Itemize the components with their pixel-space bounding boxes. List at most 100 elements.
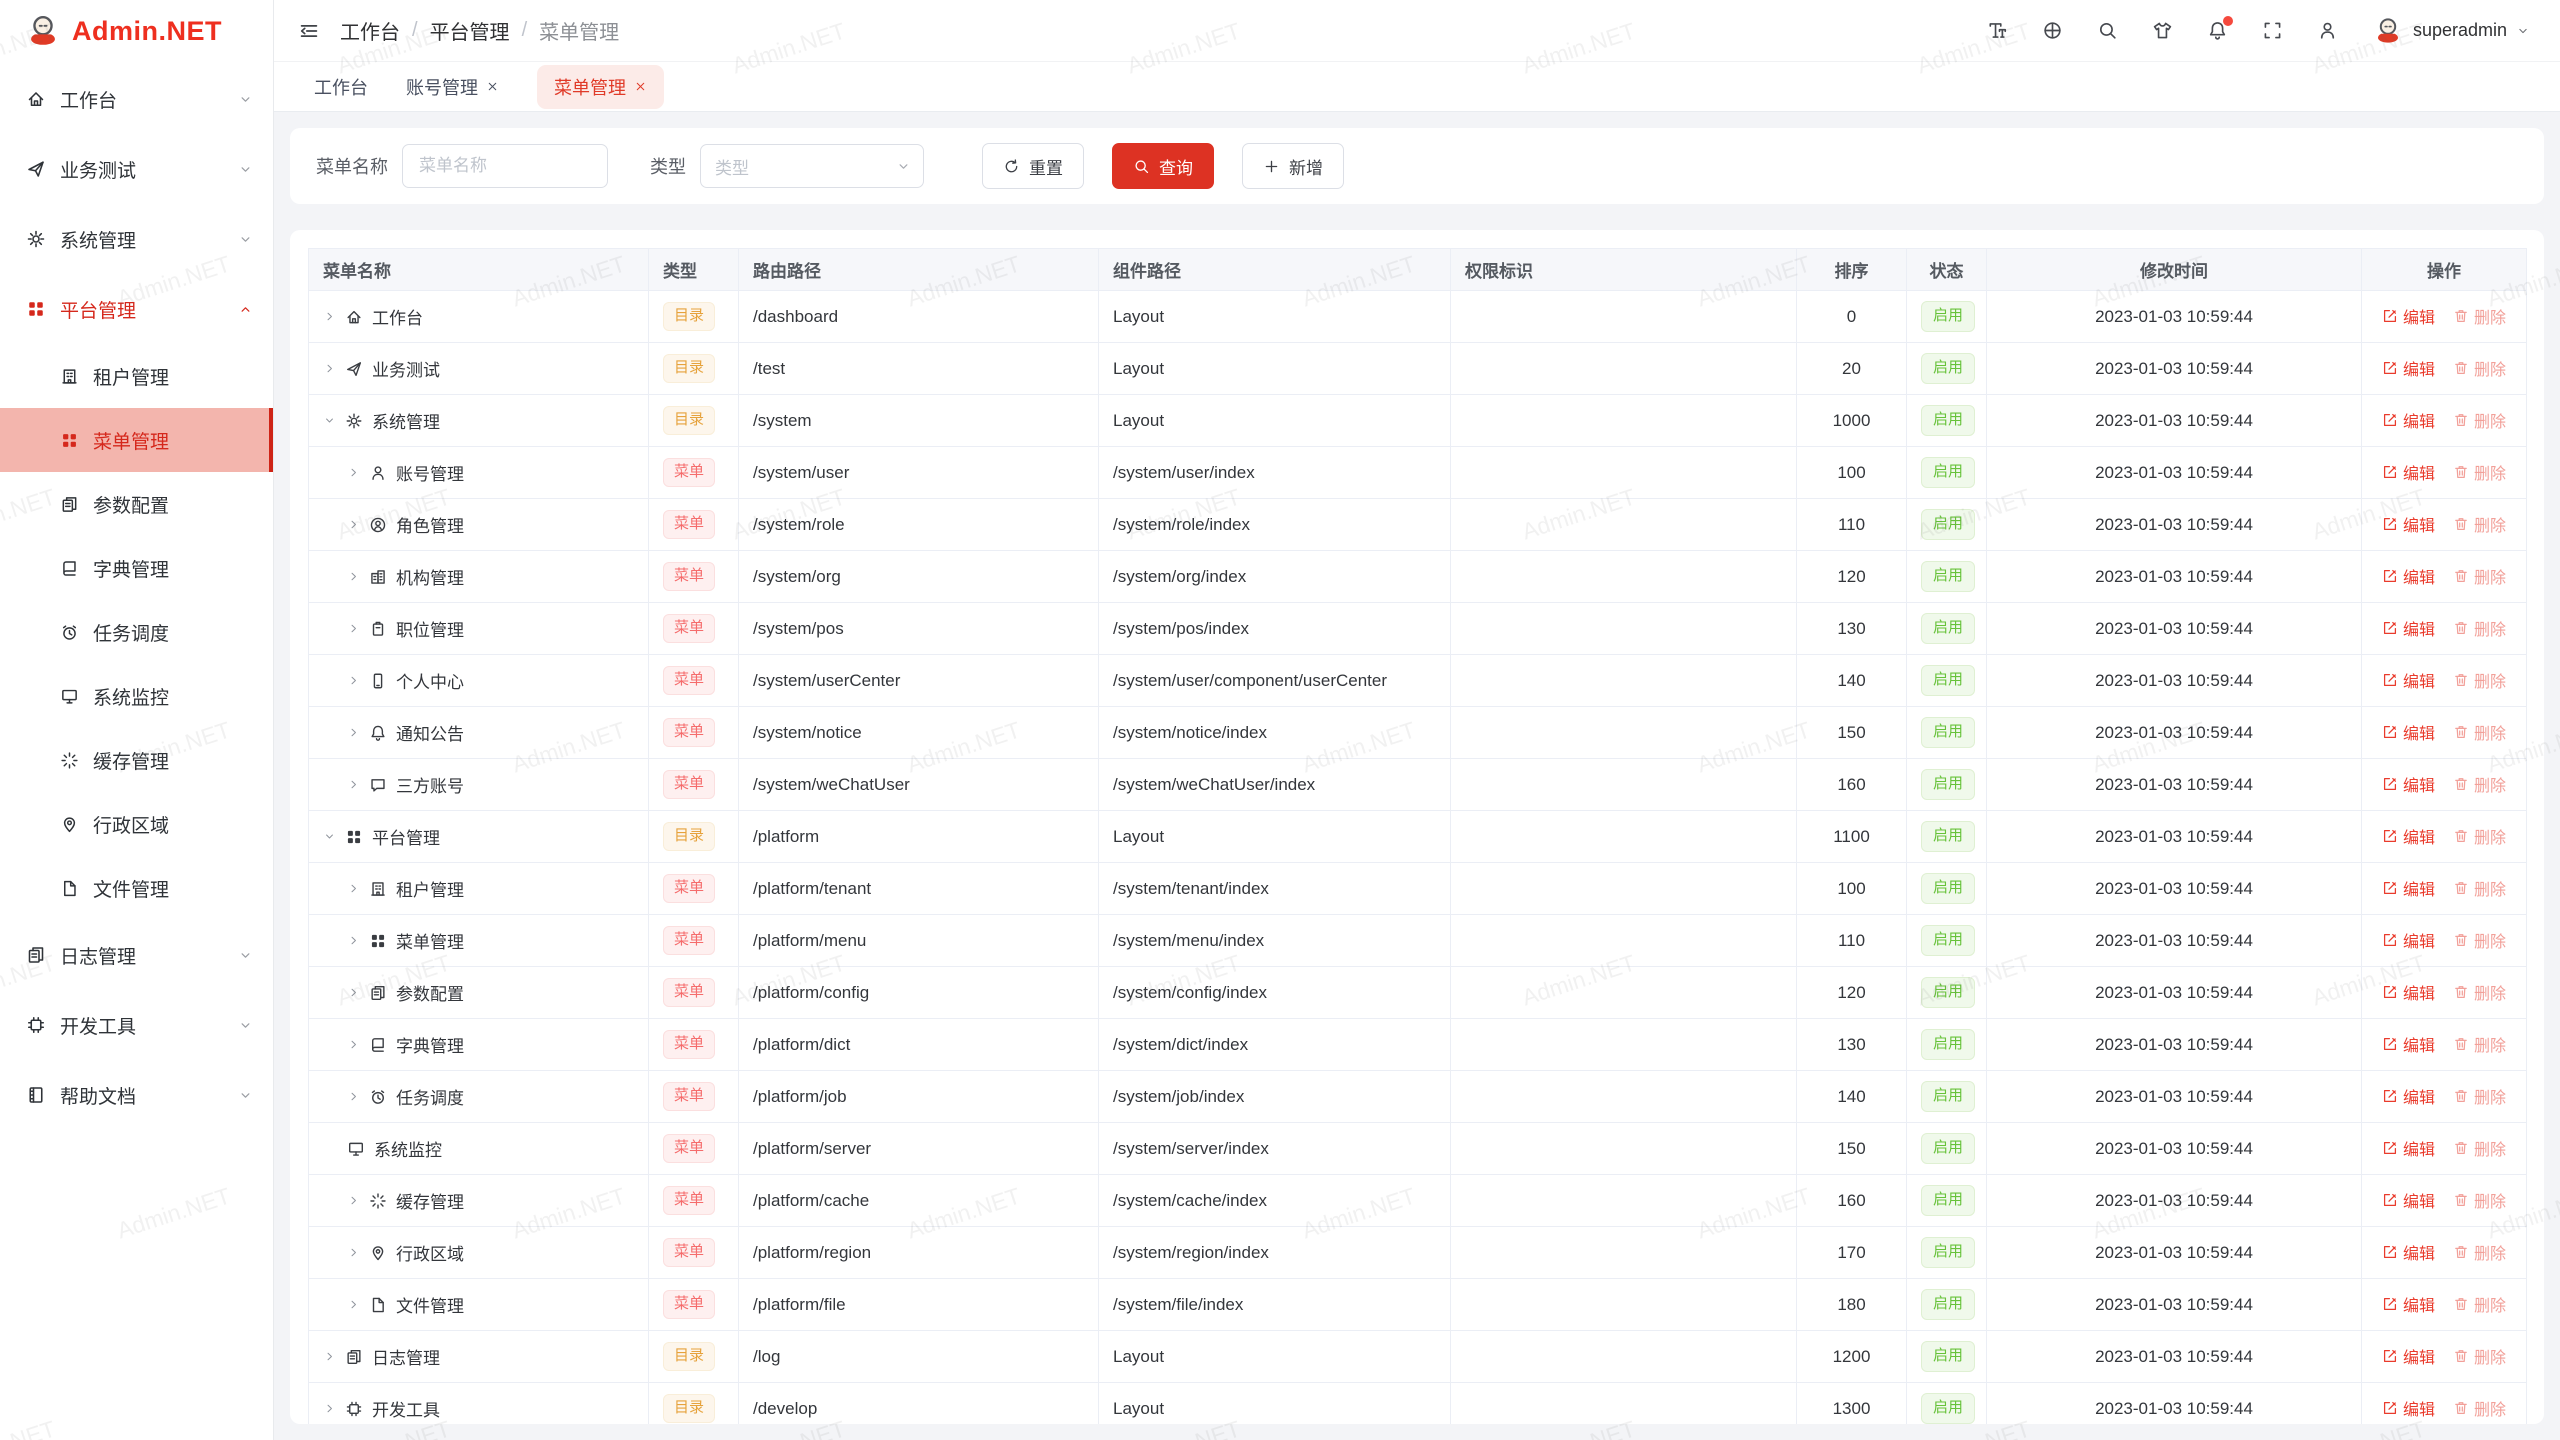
font-size-icon[interactable]	[1987, 20, 2008, 41]
delete-button[interactable]: 删除	[2453, 668, 2506, 692]
expander-icon[interactable]	[347, 466, 360, 479]
expander-icon[interactable]	[347, 934, 360, 947]
sidebar-item-system-monitor[interactable]: 系统监控	[0, 664, 273, 728]
close-tab-icon[interactable]	[486, 80, 499, 93]
sidebar-item-dict-mgmt[interactable]: 字典管理	[0, 536, 273, 600]
language-icon[interactable]	[2042, 20, 2063, 41]
delete-button[interactable]: 删除	[2453, 356, 2506, 380]
expander-icon[interactable]	[323, 414, 336, 427]
edit-button[interactable]: 编辑	[2382, 876, 2435, 900]
delete-button[interactable]: 删除	[2453, 1344, 2506, 1368]
delete-button[interactable]: 删除	[2453, 1084, 2506, 1108]
delete-button[interactable]: 删除	[2453, 616, 2506, 640]
expander-icon[interactable]	[323, 1350, 336, 1363]
expander-icon[interactable]	[323, 1402, 336, 1415]
user-menu[interactable]: superadmin	[2372, 15, 2530, 47]
tab-菜单管理[interactable]: 菜单管理	[537, 65, 664, 109]
breadcrumb-item[interactable]: 工作台	[340, 16, 400, 45]
expander-icon[interactable]	[347, 674, 360, 687]
edit-button[interactable]: 编辑	[2382, 1292, 2435, 1316]
notification-bell-icon[interactable]	[2207, 20, 2228, 41]
edit-button[interactable]: 编辑	[2382, 356, 2435, 380]
type-select[interactable]: 类型	[700, 144, 924, 188]
fullscreen-icon[interactable]	[2262, 20, 2283, 41]
sidebar-item-platform-mgmt[interactable]: 平台管理	[0, 274, 273, 344]
edit-button[interactable]: 编辑	[2382, 1396, 2435, 1420]
expander-icon[interactable]	[347, 1246, 360, 1259]
expander-icon[interactable]	[347, 622, 360, 635]
search-icon[interactable]	[2097, 20, 2118, 41]
edit-button[interactable]: 编辑	[2382, 1032, 2435, 1056]
expander-icon[interactable]	[347, 1194, 360, 1207]
delete-button[interactable]: 删除	[2453, 824, 2506, 848]
delete-button[interactable]: 删除	[2453, 1032, 2506, 1056]
theme-icon[interactable]	[2152, 20, 2173, 41]
edit-button[interactable]: 编辑	[2382, 1188, 2435, 1212]
delete-button[interactable]: 删除	[2453, 928, 2506, 952]
delete-button[interactable]: 删除	[2453, 564, 2506, 588]
edit-button[interactable]: 编辑	[2382, 1240, 2435, 1264]
sidebar-item-menu-mgmt[interactable]: 菜单管理	[0, 408, 273, 472]
edit-button[interactable]: 编辑	[2382, 720, 2435, 744]
sidebar-item-workbench[interactable]: 工作台	[0, 64, 273, 134]
profile-icon[interactable]	[2317, 20, 2338, 41]
edit-button[interactable]: 编辑	[2382, 460, 2435, 484]
edit-button[interactable]: 编辑	[2382, 616, 2435, 640]
sidebar-item-system-mgmt[interactable]: 系统管理	[0, 204, 273, 274]
expander-icon[interactable]	[347, 1038, 360, 1051]
edit-button[interactable]: 编辑	[2382, 824, 2435, 848]
reset-button[interactable]: 重置	[982, 143, 1084, 189]
expander-icon[interactable]	[347, 518, 360, 531]
sidebar-item-business-test[interactable]: 业务测试	[0, 134, 273, 204]
delete-button[interactable]: 删除	[2453, 980, 2506, 1004]
delete-button[interactable]: 删除	[2453, 876, 2506, 900]
delete-button[interactable]: 删除	[2453, 1240, 2506, 1264]
edit-button[interactable]: 编辑	[2382, 668, 2435, 692]
sidebar-item-admin-region[interactable]: 行政区域	[0, 792, 273, 856]
close-tab-icon[interactable]	[634, 80, 647, 93]
sidebar-item-file-mgmt[interactable]: 文件管理	[0, 856, 273, 920]
edit-button[interactable]: 编辑	[2382, 408, 2435, 432]
sidebar-item-job-scheduler[interactable]: 任务调度	[0, 600, 273, 664]
edit-button[interactable]: 编辑	[2382, 564, 2435, 588]
delete-button[interactable]: 删除	[2453, 720, 2506, 744]
edit-button[interactable]: 编辑	[2382, 304, 2435, 328]
add-button[interactable]: 新增	[1242, 143, 1344, 189]
edit-button[interactable]: 编辑	[2382, 1136, 2435, 1160]
expander-icon[interactable]	[347, 986, 360, 999]
expander-icon[interactable]	[323, 830, 336, 843]
sidebar-item-param-config[interactable]: 参数配置	[0, 472, 273, 536]
sidebar-item-tenant-mgmt[interactable]: 租户管理	[0, 344, 273, 408]
edit-button[interactable]: 编辑	[2382, 1344, 2435, 1368]
expander-icon[interactable]	[347, 1090, 360, 1103]
breadcrumb-item[interactable]: 平台管理	[430, 16, 510, 45]
delete-button[interactable]: 删除	[2453, 512, 2506, 536]
edit-button[interactable]: 编辑	[2382, 980, 2435, 1004]
delete-button[interactable]: 删除	[2453, 1292, 2506, 1316]
delete-button[interactable]: 删除	[2453, 304, 2506, 328]
collapse-sidebar-button[interactable]	[298, 20, 320, 42]
delete-button[interactable]: 删除	[2453, 772, 2506, 796]
edit-button[interactable]: 编辑	[2382, 1084, 2435, 1108]
sidebar-item-dev-tools[interactable]: 开发工具	[0, 990, 273, 1060]
sidebar-item-help-docs[interactable]: 帮助文档	[0, 1060, 273, 1130]
sidebar-item-cache-mgmt[interactable]: 缓存管理	[0, 728, 273, 792]
delete-button[interactable]: 删除	[2453, 1396, 2506, 1420]
menu-name-input[interactable]	[402, 144, 608, 188]
delete-button[interactable]: 删除	[2453, 408, 2506, 432]
edit-button[interactable]: 编辑	[2382, 512, 2435, 536]
delete-button[interactable]: 删除	[2453, 1136, 2506, 1160]
expander-icon[interactable]	[347, 778, 360, 791]
delete-button[interactable]: 删除	[2453, 460, 2506, 484]
search-button[interactable]: 查询	[1112, 143, 1214, 189]
delete-button[interactable]: 删除	[2453, 1188, 2506, 1212]
expander-icon[interactable]	[323, 362, 336, 375]
expander-icon[interactable]	[347, 882, 360, 895]
tab-工作台[interactable]: 工作台	[314, 74, 368, 100]
edit-button[interactable]: 编辑	[2382, 772, 2435, 796]
expander-icon[interactable]	[347, 1298, 360, 1311]
edit-button[interactable]: 编辑	[2382, 928, 2435, 952]
expander-icon[interactable]	[323, 310, 336, 323]
expander-icon[interactable]	[347, 726, 360, 739]
expander-icon[interactable]	[347, 570, 360, 583]
